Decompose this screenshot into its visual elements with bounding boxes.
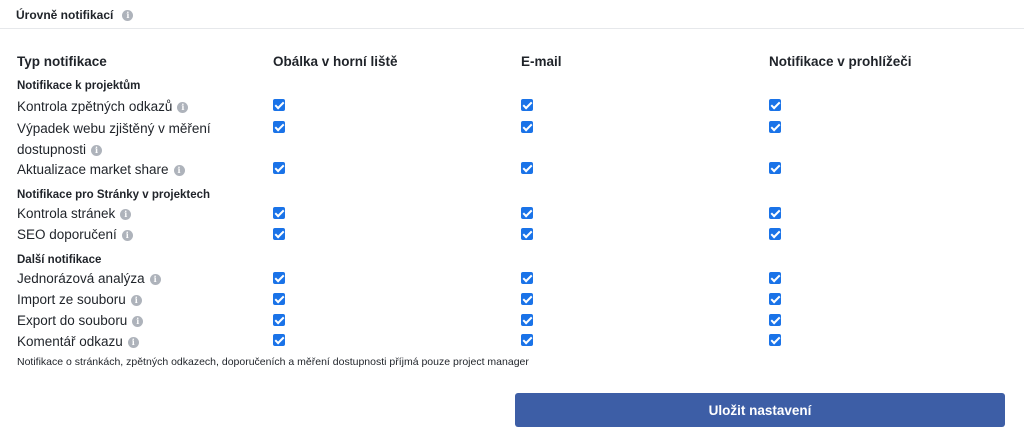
checkbox-backlinks-email[interactable] [521,99,533,111]
section-header: Úrovně notifikací i [16,8,134,22]
info-icon[interactable]: i [121,229,133,241]
checkbox-export-email[interactable] [521,314,533,326]
checkbox-import-email[interactable] [521,293,533,305]
row-label-import: Import ze souboru i [17,289,262,310]
info-icon[interactable]: i [132,315,144,327]
footnote: Notifikace o stránkách, zpětných odkazec… [17,356,529,368]
checkbox-page-check-browser[interactable] [769,207,781,219]
info-icon[interactable]: i [91,144,103,156]
column-header-envelope: Obálka v horní liště [273,54,398,69]
column-header-browser: Notifikace v prohlížeči [769,54,912,69]
info-icon[interactable]: i [120,208,132,220]
checkbox-link-comment-envelope[interactable] [273,334,285,346]
checkbox-backlinks-envelope[interactable] [273,99,285,111]
section-title: Úrovně notifikací [16,8,114,22]
divider [0,28,1024,29]
row-label-backlinks: Kontrola zpětných odkazů i [17,96,262,117]
row-label-one-time-analysis: Jednorázová analýza i [17,268,262,289]
checkbox-one-time-analysis-email[interactable] [521,272,533,284]
save-settings-button[interactable]: Uložit nastavení [515,393,1005,427]
info-icon[interactable]: i [127,336,139,348]
checkbox-export-envelope[interactable] [273,314,285,326]
checkbox-import-browser[interactable] [769,293,781,305]
row-label-page-check: Kontrola stránek i [17,203,262,224]
checkbox-seo-browser[interactable] [769,228,781,240]
group-title-projects: Notifikace k projektům [17,80,141,92]
checkbox-export-browser[interactable] [769,314,781,326]
info-icon[interactable]: i [149,273,161,285]
row-label-market-share: Aktualizace market share i [17,159,262,180]
checkbox-one-time-analysis-browser[interactable] [769,272,781,284]
notification-levels-panel: Úrovně notifikací i Typ notifikace Obálk… [0,0,1024,443]
checkbox-import-envelope[interactable] [273,293,285,305]
info-icon[interactable]: i [122,9,134,21]
column-header-email: E-mail [521,54,562,69]
checkbox-link-comment-email[interactable] [521,334,533,346]
checkbox-link-comment-browser[interactable] [769,334,781,346]
checkbox-backlinks-browser[interactable] [769,99,781,111]
checkbox-market-share-envelope[interactable] [273,162,285,174]
row-label-link-comment: Komentář odkazu i [17,331,262,352]
checkbox-page-check-envelope[interactable] [273,207,285,219]
row-label-seo: SEO doporučení i [17,224,262,245]
info-icon[interactable]: i [177,101,189,113]
checkbox-outage-browser[interactable] [769,121,781,133]
group-title-other: Další notifikace [17,254,102,266]
checkbox-market-share-email[interactable] [521,162,533,174]
group-title-pages: Notifikace pro Stránky v projektech [17,189,211,201]
checkbox-seo-email[interactable] [521,228,533,240]
row-label-outage: Výpadek webu zjištěný v měření dostupnos… [17,121,211,157]
checkbox-page-check-email[interactable] [521,207,533,219]
info-icon[interactable]: i [130,294,142,306]
column-header-type: Typ notifikace [17,54,107,69]
checkbox-market-share-browser[interactable] [769,162,781,174]
row-label-export: Export do souboru i [17,310,262,331]
checkbox-seo-envelope[interactable] [273,228,285,240]
checkbox-outage-email[interactable] [521,121,533,133]
checkbox-outage-envelope[interactable] [273,121,285,133]
checkbox-one-time-analysis-envelope[interactable] [273,272,285,284]
info-icon[interactable]: i [173,164,185,176]
